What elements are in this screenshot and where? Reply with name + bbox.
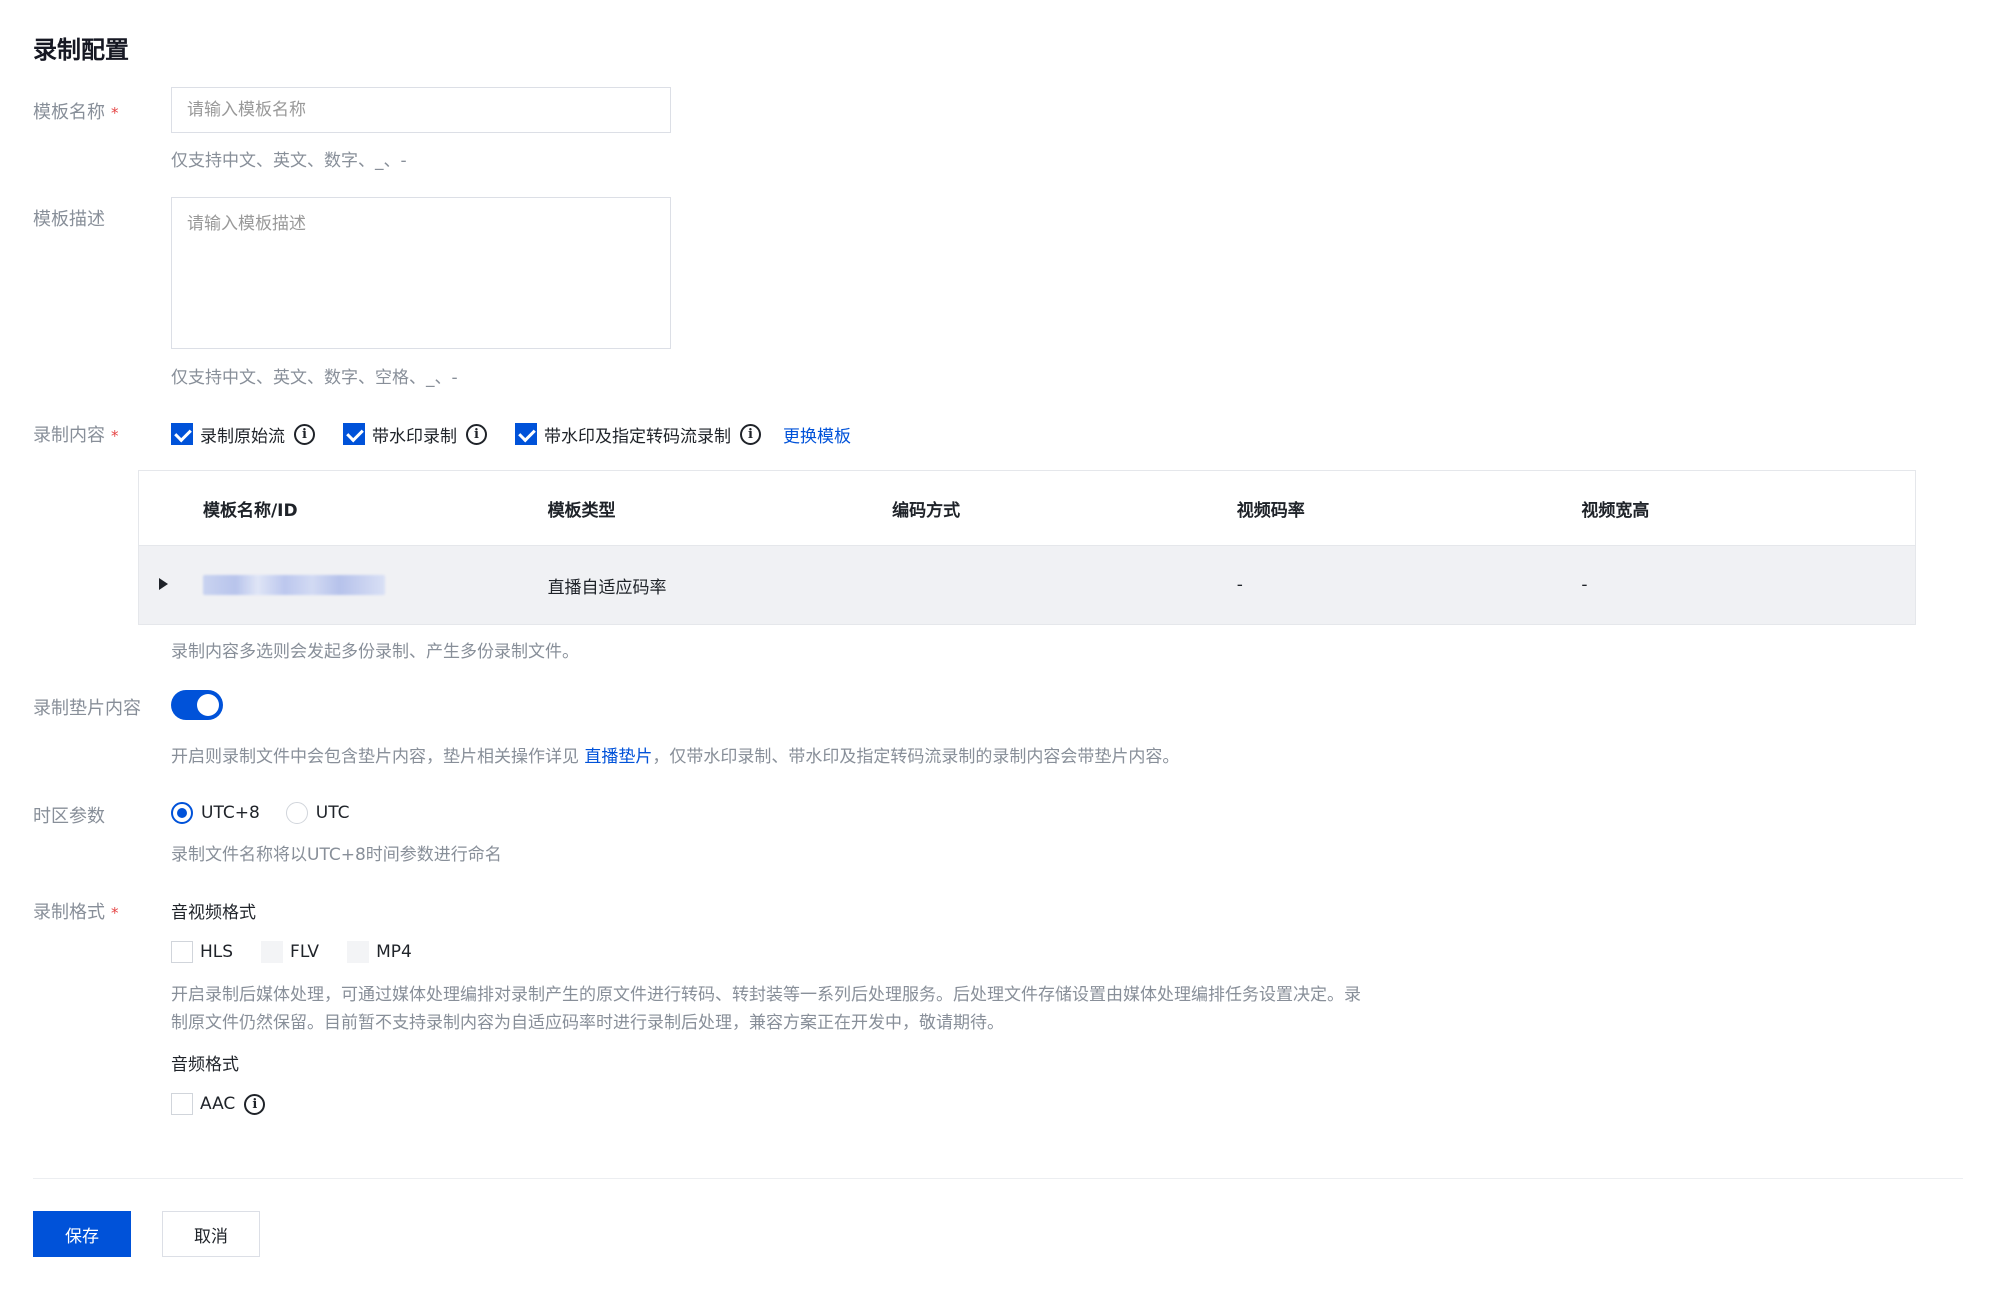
checkbox-checked-icon — [515, 423, 537, 445]
cell-type: 直播自适应码率 — [547, 577, 667, 598]
save-button[interactable]: 保存 — [33, 1211, 131, 1257]
audio-format-title: 音频格式 — [171, 1055, 239, 1075]
slate-row: 录制垫片内容 开启则录制文件中会包含垫片内容，垫片相关操作详见 直播垫片，仅带水… — [33, 690, 1963, 767]
record-format-label: 录制格式 * — [33, 902, 119, 923]
slate-toggle[interactable] — [171, 690, 223, 720]
cancel-button[interactable]: 取消 — [162, 1211, 260, 1257]
timezone-utc8-radio[interactable]: UTC+8 — [171, 802, 260, 824]
av-format-options: HLS FLV MP4 — [171, 939, 440, 965]
timezone-options: UTC+8 UTC — [171, 800, 375, 826]
table-row: 直播自适应码率 - - — [139, 546, 1915, 624]
template-name-row: 模板名称* 仅支持中文、英文、数字、_、- — [33, 87, 1963, 198]
audio-format-options: AAC i — [171, 1091, 293, 1117]
expand-caret-icon[interactable] — [159, 578, 168, 590]
toggle-knob — [197, 694, 219, 716]
checkbox-disabled-icon — [347, 941, 370, 963]
av-format-hint: 开启录制后媒体处理，可通过媒体处理编排对录制产生的原文件进行转码、转封装等一系列… — [171, 985, 1361, 1033]
footer-divider — [33, 1178, 1963, 1179]
record-watermark-checkbox[interactable]: 带水印录制 i — [343, 422, 487, 447]
record-watermark-transcode-checkbox[interactable]: 带水印及指定转码流录制 i — [515, 422, 761, 447]
checkbox-checked-icon — [171, 423, 193, 445]
required-mark: * — [111, 904, 119, 922]
template-desc-hint: 仅支持中文、英文、数字、空格、_、- — [171, 368, 458, 388]
timezone-utc-radio[interactable]: UTC — [285, 802, 349, 824]
template-name-label: 模板名称 * — [33, 102, 119, 123]
required-mark: * — [111, 104, 119, 122]
info-icon[interactable]: i — [244, 1093, 266, 1115]
header-resolution: 视频宽高 — [1581, 500, 1650, 521]
timezone-row: 时区参数 UTC+8 UTC 录制文件名称将以UTC+8时间参数进行命名 — [33, 802, 1963, 872]
template-name-hint: 仅支持中文、英文、数字、_、- — [171, 151, 407, 171]
required-mark: * — [111, 427, 119, 445]
cell-name-id — [202, 575, 548, 595]
template-table: 模板名称/ID 模板类型 编码方式 视频码率 视频宽高 直播自适应码率 - - — [138, 470, 1916, 625]
radio-selected-icon — [171, 802, 193, 824]
header-name-id: 模板名称/ID — [202, 500, 298, 521]
template-desc-textarea[interactable] — [171, 197, 671, 349]
checkbox-empty-icon — [171, 1093, 193, 1115]
table-header: 模板名称/ID 模板类型 编码方式 视频码率 视频宽高 — [139, 471, 1915, 546]
timezone-hint: 录制文件名称将以UTC+8时间参数进行命名 — [171, 845, 502, 865]
info-icon[interactable]: i — [294, 423, 315, 445]
cell-bitrate: - — [1236, 575, 1243, 595]
change-template-link[interactable]: 更换模板 — [783, 422, 851, 447]
page-title: 录制配置 — [33, 36, 129, 64]
live-slate-link[interactable]: 直播垫片 — [584, 747, 652, 767]
header-type: 模板类型 — [547, 500, 616, 521]
header-bitrate: 视频码率 — [1236, 500, 1305, 521]
info-icon[interactable]: i — [740, 423, 761, 445]
radio-empty-icon — [285, 802, 308, 824]
aac-checkbox[interactable]: AAC i — [171, 1093, 266, 1115]
record-format-row: 录制格式 * 音视频格式 HLS FLV MP4 开启录制后媒体处理，可通过媒体处… — [33, 898, 1963, 1138]
record-content-hint: 录制内容多选则会发起多份录制、产生多份录制文件。 — [171, 642, 579, 662]
template-desc-row: 模板描述 仅支持中文、英文、数字、空格、_、- — [33, 197, 1963, 405]
record-content-label: 录制内容 * — [33, 425, 119, 446]
checkbox-checked-icon — [343, 423, 365, 445]
timezone-label: 时区参数 — [33, 806, 105, 827]
cell-resolution: - — [1581, 575, 1588, 595]
redacted-id — [202, 575, 385, 595]
flv-checkbox[interactable]: FLV — [261, 941, 319, 963]
template-name-input[interactable] — [171, 87, 671, 133]
header-codec: 编码方式 — [892, 500, 961, 521]
hls-checkbox[interactable]: HLS — [171, 941, 233, 963]
slate-label: 录制垫片内容 — [33, 698, 141, 719]
info-icon[interactable]: i — [466, 423, 487, 445]
template-desc-label: 模板描述 — [33, 209, 105, 230]
mp4-checkbox[interactable]: MP4 — [347, 941, 412, 963]
av-format-title: 音视频格式 — [171, 903, 256, 923]
slate-hint: 开启则录制文件中会包含垫片内容，垫片相关操作详见 直播垫片，仅带水印录制、带水印… — [171, 747, 1180, 767]
checkbox-disabled-icon — [261, 941, 284, 963]
record-original-checkbox[interactable]: 录制原始流 i — [171, 422, 315, 447]
checkbox-empty-icon — [171, 941, 193, 963]
record-content-options: 录制原始流 i 带水印录制 i 带水印及指定转码流录制 i 更换模板 — [171, 421, 851, 447]
